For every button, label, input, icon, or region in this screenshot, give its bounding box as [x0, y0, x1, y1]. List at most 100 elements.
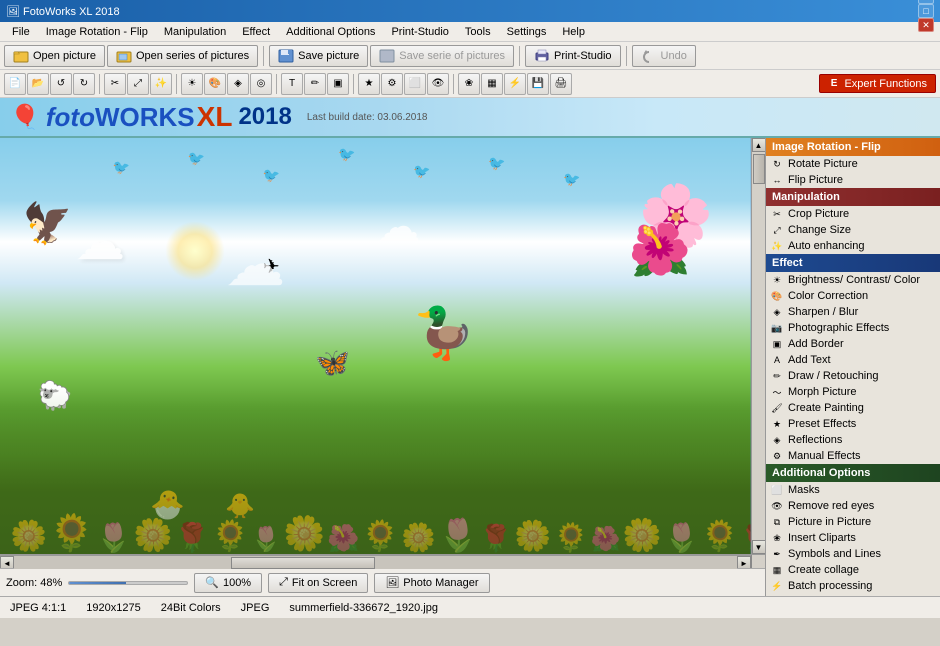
save-picture-button[interactable]: Save picture [269, 45, 368, 67]
tool-border[interactable]: ▣ [327, 73, 349, 95]
panel-item-preset-effects[interactable]: ★ Preset Effects [766, 416, 940, 432]
tool-text[interactable]: T [281, 73, 303, 95]
logo-build: Last build date: 03.06.2018 [307, 112, 428, 123]
menu-image-rotation[interactable]: Image Rotation - Flip [38, 24, 156, 40]
scroll-thumb-vertical[interactable] [753, 154, 765, 184]
panel-item-masks[interactable]: ⬜ Masks [766, 482, 940, 498]
section-header-manipulation: Manipulation [766, 188, 940, 206]
panel-item-brightness[interactable]: ☀ Brightness/ Contrast/ Color [766, 272, 940, 288]
menu-settings[interactable]: Settings [499, 24, 555, 40]
tool-resize[interactable]: ⤢ [127, 73, 149, 95]
panel-item-create-painting[interactable]: 🖌 Create Painting [766, 400, 940, 416]
undo-icon [641, 49, 657, 63]
zoom-100-button[interactable]: 🔍 100% [194, 573, 262, 593]
panel-item-picture-in-picture[interactable]: ⧉ Picture in Picture [766, 514, 940, 530]
panel-item-add-border[interactable]: ▣ Add Border [766, 336, 940, 352]
tool-color[interactable]: 🎨 [204, 73, 226, 95]
status-colors: 24Bit Colors [161, 602, 221, 614]
open-picture-button[interactable]: Open picture [4, 45, 105, 67]
horizontal-scrollbar[interactable]: ◄ ► [0, 555, 751, 569]
panel-item-batch[interactable]: ⚡ Batch processing [766, 578, 940, 594]
brightness-icon: ☀ [770, 273, 784, 287]
panel-item-collage[interactable]: ▦ Create collage [766, 562, 940, 578]
bird-5: 🐦 [413, 163, 430, 180]
tool-rotate-right[interactable]: ↻ [73, 73, 95, 95]
tool-redeye[interactable]: 👁 [427, 73, 449, 95]
menu-tools[interactable]: Tools [457, 24, 499, 40]
undo-button[interactable]: Undo [632, 45, 696, 67]
vertical-scrollbar[interactable]: ▲ ▼ [751, 138, 765, 554]
panel-item-rotate[interactable]: ↻ Rotate Picture [766, 156, 940, 172]
save-series-button[interactable]: Save serie of pictures [370, 45, 514, 67]
tool-blur[interactable]: ◎ [250, 73, 272, 95]
scroll-up-arrow[interactable]: ▲ [752, 138, 766, 152]
titlebar-title: 🖼 FotoWorks XL 2018 [6, 5, 120, 18]
panel-item-color-correction[interactable]: 🎨 Color Correction [766, 288, 940, 304]
main-content: 🐦 🐦 🐦 🐦 🐦 🐦 🐦 🦅 ✈ 🌸 🌺 [0, 138, 940, 596]
tool-collage[interactable]: ▦ [481, 73, 503, 95]
image-canvas: 🐦 🐦 🐦 🐦 🐦 🐦 🐦 🦅 ✈ 🌸 🌺 [0, 138, 751, 554]
photo-manager-button[interactable]: 🖼 Photo Manager [374, 573, 489, 593]
maximize-button[interactable]: □ [918, 4, 934, 18]
tool-mask[interactable]: ⬜ [404, 73, 426, 95]
panel-item-morph[interactable]: 〜 Morph Picture [766, 384, 940, 400]
hscroll-thumb[interactable] [231, 557, 376, 569]
fit-on-screen-button[interactable]: ⤢ Fit on Screen [268, 573, 368, 593]
tool-new[interactable]: 📄 [4, 73, 26, 95]
panel-item-manual-effects[interactable]: ⚙ Manual Effects [766, 448, 940, 464]
close-button[interactable]: ✕ [918, 18, 934, 32]
app-icon: 🖼 [6, 6, 20, 18]
image-area[interactable]: 🐦 🐦 🐦 🐦 🐦 🐦 🐦 🦅 ✈ 🌸 🌺 [0, 138, 751, 554]
panel-item-flip[interactable]: ↔ Flip Picture [766, 172, 940, 188]
panel-item-sharpen[interactable]: ◈ Sharpen / Blur [766, 304, 940, 320]
menu-print-studio[interactable]: Print-Studio [383, 24, 456, 40]
tool-effects2[interactable]: ⚙ [381, 73, 403, 95]
panel-item-change-size[interactable]: ⤢ Change Size [766, 222, 940, 238]
butterfly: 🦋 [315, 346, 350, 379]
tool-auto[interactable]: ✨ [150, 73, 172, 95]
menu-effect[interactable]: Effect [234, 24, 278, 40]
tool-open[interactable]: 📂 [27, 73, 49, 95]
tool-crop[interactable]: ✂ [104, 73, 126, 95]
print-studio-button[interactable]: Print-Studio [525, 45, 620, 67]
panel-item-photographic[interactable]: 📷 Photographic Effects [766, 320, 940, 336]
t2-sep5 [453, 74, 454, 94]
panel-item-cliparts[interactable]: ❀ Insert Cliparts [766, 530, 940, 546]
tool-effects1[interactable]: ★ [358, 73, 380, 95]
expert-functions-button[interactable]: E Expert Functions [819, 74, 936, 93]
panel-item-add-text[interactable]: A Add Text [766, 352, 940, 368]
tool-draw[interactable]: ✏ [304, 73, 326, 95]
tool-rotate-left[interactable]: ↺ [50, 73, 72, 95]
tool-clipart[interactable]: ❀ [458, 73, 480, 95]
tool-print[interactable]: 🖨 [550, 73, 572, 95]
t2-sep3 [276, 74, 277, 94]
clipart-icon: ❀ [770, 531, 784, 545]
panel-item-crop[interactable]: ✂ Crop Picture [766, 206, 940, 222]
hscroll-track[interactable] [14, 556, 737, 569]
panel-item-reflections[interactable]: ◈ Reflections [766, 432, 940, 448]
zoom-slider[interactable] [68, 581, 188, 585]
panel-item-auto-enhance[interactable]: ✨ Auto enhancing [766, 238, 940, 254]
menu-file[interactable]: File [4, 24, 38, 40]
sharpen-icon: ◈ [770, 305, 784, 319]
scroll-down-arrow[interactable]: ▼ [752, 540, 766, 554]
save-icon [278, 49, 294, 63]
red-eye-icon: 👁 [770, 499, 784, 513]
reflections-icon: ◈ [770, 433, 784, 447]
tool-batch[interactable]: ⚡ [504, 73, 526, 95]
open-series-button[interactable]: Open series of pictures [107, 45, 258, 67]
tool-sharpen[interactable]: ◈ [227, 73, 249, 95]
t2-sep2 [176, 74, 177, 94]
panel-item-red-eyes[interactable]: 👁 Remove red eyes [766, 498, 940, 514]
panel-item-draw[interactable]: ✏ Draw / Retouching [766, 368, 940, 384]
menu-manipulation[interactable]: Manipulation [156, 24, 234, 40]
bird-3: 🐦 [263, 167, 280, 184]
menu-additional-options[interactable]: Additional Options [278, 24, 383, 40]
panel-item-symbols[interactable]: ✒ Symbols and Lines [766, 546, 940, 562]
panel-item-expert[interactable]: E Expert Functions [766, 594, 940, 596]
tool-brightness[interactable]: ☀ [181, 73, 203, 95]
tool-save[interactable]: 💾 [527, 73, 549, 95]
menu-help[interactable]: Help [554, 24, 593, 40]
painting-icon: 🖌 [770, 401, 784, 415]
titlebar: 🖼 FotoWorks XL 2018 ─ □ ✕ [0, 0, 940, 22]
